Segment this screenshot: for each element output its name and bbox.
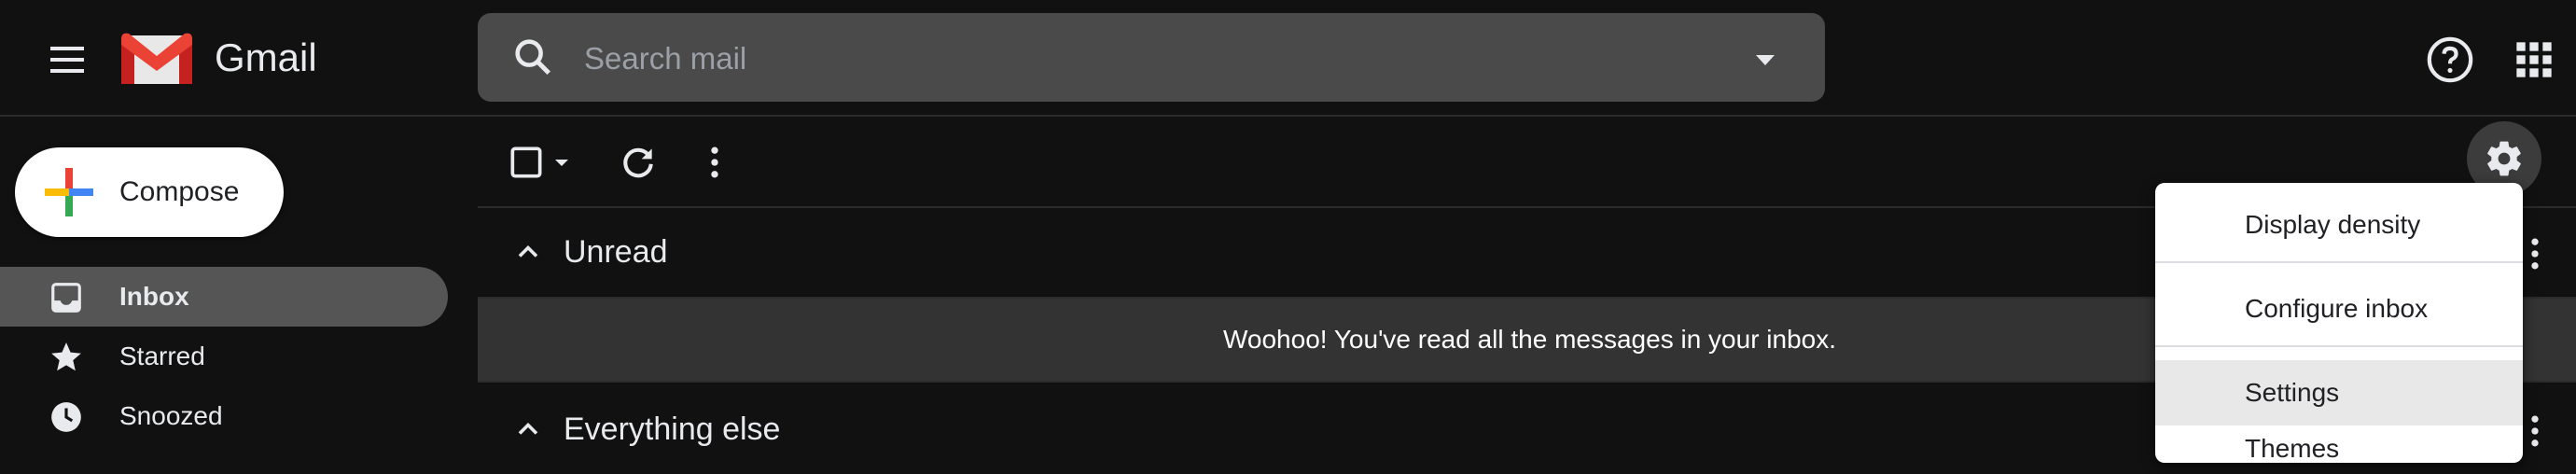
clock-icon — [49, 399, 84, 435]
search-icon[interactable] — [511, 35, 554, 78]
search-input[interactable] — [582, 13, 1612, 104]
refresh-icon[interactable] — [618, 142, 659, 183]
menu-item-label: Display density — [2245, 210, 2421, 239]
inbox-icon — [49, 280, 84, 315]
menu-item-configure-inbox[interactable]: Configure inbox — [2155, 276, 2523, 342]
sidebar-item-inbox[interactable]: Inbox — [0, 267, 448, 327]
compose-label: Compose — [119, 176, 240, 207]
menu-item-themes[interactable]: Themes — [2155, 416, 2523, 463]
sidebar-item-snoozed[interactable]: Snoozed — [0, 386, 448, 446]
apps-icon[interactable] — [2508, 34, 2560, 86]
menu-item-label: Themes — [2245, 434, 2340, 463]
chevron-up-icon[interactable] — [511, 412, 545, 446]
compose-plus-icon — [45, 168, 93, 216]
menu-divider — [2155, 345, 2523, 347]
compose-button[interactable]: Compose — [15, 147, 284, 237]
section-title: Everything else — [564, 411, 781, 447]
select-dropdown-icon[interactable] — [550, 151, 573, 174]
section-more-icon[interactable] — [2521, 233, 2549, 274]
sidebar-item-label: Inbox — [119, 282, 189, 311]
sidebar-item-label: Snoozed — [119, 401, 223, 430]
menu-icon[interactable] — [41, 34, 93, 86]
more-vert-icon[interactable] — [694, 142, 735, 183]
help-icon[interactable] — [2424, 34, 2476, 86]
chevron-up-icon[interactable] — [511, 235, 545, 269]
section-more-icon[interactable] — [2521, 411, 2549, 452]
menu-divider — [2155, 261, 2523, 263]
app-title[interactable]: Gmail — [215, 32, 317, 84]
settings-menu: Display density Configure inbox Settings… — [2155, 183, 2523, 463]
menu-item-label: Configure inbox — [2245, 294, 2429, 323]
search-bar[interactable] — [478, 13, 1825, 104]
sidebar-item-label: Starred — [119, 342, 205, 370]
gear-icon — [2484, 138, 2525, 179]
select-checkbox[interactable] — [506, 142, 547, 183]
gmail-logo[interactable] — [121, 30, 192, 84]
top-bar: Gmail — [0, 0, 2576, 117]
search-options-icon[interactable] — [1747, 41, 1784, 78]
sidebar-item-starred[interactable]: Starred — [0, 327, 448, 386]
star-icon — [49, 340, 84, 375]
menu-item-display-density[interactable]: Display density — [2155, 192, 2523, 258]
section-title: Unread — [564, 234, 668, 270]
